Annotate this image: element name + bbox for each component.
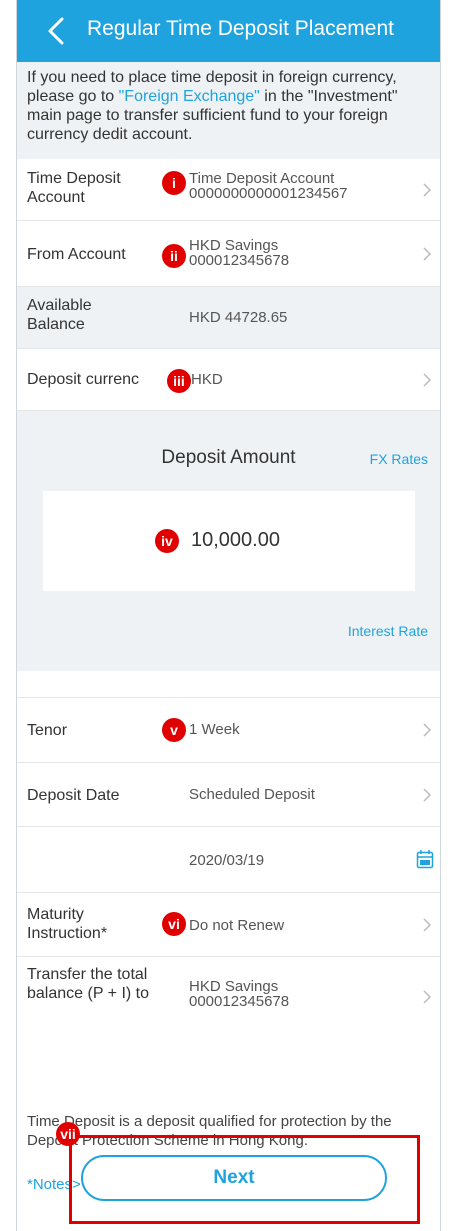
chevron-right-icon bbox=[423, 373, 432, 387]
maturity-instruction-label: Maturity Instruction* bbox=[27, 906, 108, 942]
annotation-badge-v: v bbox=[162, 718, 186, 742]
tenor-label: Tenor bbox=[27, 722, 68, 739]
deposit-date-value: Scheduled Deposit bbox=[189, 786, 315, 803]
transfer-balance-row[interactable]: Transfer the total balance (P + I) to HK… bbox=[17, 957, 440, 1039]
interest-rate-link[interactable]: Interest Rate bbox=[348, 623, 428, 639]
time-deposit-account-label: Time Deposit Account bbox=[27, 170, 121, 206]
transfer-account-number: 000012345678 bbox=[189, 993, 290, 1010]
foreign-currency-notice: If you need to place time deposit in for… bbox=[17, 62, 440, 159]
annotation-badge-iv: iv bbox=[155, 529, 179, 553]
chevron-left-icon bbox=[48, 17, 64, 45]
back-button[interactable] bbox=[39, 14, 73, 48]
transfer-balance-label: Transfer the total balance (P + I) to bbox=[27, 966, 149, 1002]
app-screen: Regular Time Deposit Placement If you ne… bbox=[16, 0, 441, 1231]
deposit-amount-input[interactable]: iv 10,000.00 bbox=[43, 491, 415, 591]
fx-rates-link[interactable]: FX Rates bbox=[370, 451, 428, 467]
chevron-right-icon bbox=[423, 990, 432, 1004]
deposit-currency-label: Deposit currenc bbox=[27, 371, 140, 388]
page-title: Regular Time Deposit Placement bbox=[87, 17, 394, 40]
tenor-value: 1 Week bbox=[189, 721, 240, 738]
next-button[interactable]: Next bbox=[81, 1155, 387, 1201]
time-deposit-account-number: 0000000000001234567 bbox=[189, 185, 348, 202]
tenor-row[interactable]: Tenor v 1 Week bbox=[17, 697, 440, 763]
app-header: Regular Time Deposit Placement bbox=[17, 0, 440, 62]
maturity-instruction-row[interactable]: Maturity Instruction* vi Do not Renew bbox=[17, 893, 440, 957]
available-balance-label: Available Balance bbox=[27, 297, 92, 333]
deposit-amount-section: Deposit Amount FX Rates iv 10,000.00 Int… bbox=[17, 411, 440, 671]
time-deposit-account-row[interactable]: Time Deposit Account i Time Deposit Acco… bbox=[17, 159, 440, 221]
deposit-currency-value: HKD bbox=[191, 371, 223, 388]
calendar-icon[interactable] bbox=[416, 849, 434, 869]
from-account-row[interactable]: From Account ii HKD Savings 000012345678 bbox=[17, 221, 440, 287]
chevron-right-icon bbox=[423, 918, 432, 932]
annotation-badge-vi: vi bbox=[162, 912, 186, 936]
deposit-date-label: Deposit Date bbox=[27, 787, 120, 804]
annotation-badge-vii: vii bbox=[56, 1122, 80, 1146]
available-balance-value: HKD 44728.65 bbox=[189, 309, 288, 326]
chevron-right-icon bbox=[423, 788, 432, 802]
from-account-label: From Account bbox=[27, 246, 126, 263]
maturity-instruction-value: Do not Renew bbox=[189, 917, 285, 934]
annotation-badge-iii: iii bbox=[167, 369, 191, 393]
next-button-label: Next bbox=[213, 1167, 255, 1188]
deposit-date-row[interactable]: Deposit Date Scheduled Deposit bbox=[17, 763, 440, 827]
scheduled-date-row[interactable]: 2020/03/19 bbox=[17, 827, 440, 893]
chevron-right-icon bbox=[423, 247, 432, 261]
available-balance-row: Available Balance HKD 44728.65 bbox=[17, 287, 440, 349]
scheduled-date-value: 2020/03/19 bbox=[189, 852, 265, 869]
from-account-number: 000012345678 bbox=[189, 252, 290, 269]
annotation-badge-ii: ii bbox=[162, 244, 186, 268]
annotation-badge-i: i bbox=[162, 171, 186, 195]
deposit-currency-row[interactable]: Deposit currenc iii HKD bbox=[17, 349, 440, 411]
deposit-amount-value: 10,000.00 bbox=[191, 529, 280, 551]
chevron-right-icon bbox=[423, 183, 432, 197]
foreign-exchange-link[interactable]: "Foreign Exchange" bbox=[119, 88, 260, 105]
chevron-right-icon bbox=[423, 723, 432, 737]
